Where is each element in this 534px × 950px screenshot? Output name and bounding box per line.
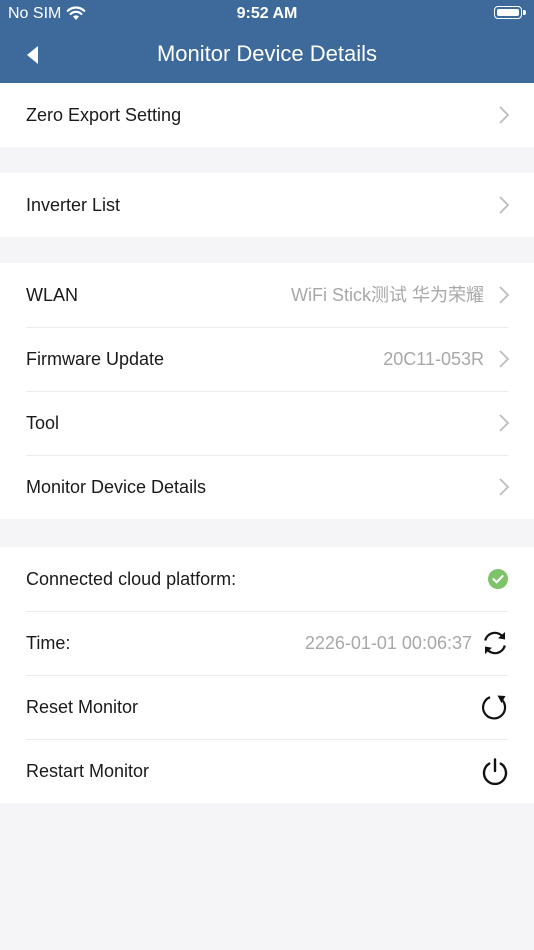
wlan-row[interactable]: WLAN WiFi Stick测试 华为荣耀 xyxy=(0,263,534,327)
status-bar: No SIM 9:52 AM xyxy=(0,0,534,28)
status-time: 9:52 AM xyxy=(236,5,298,22)
inverter-list-row[interactable]: Inverter List xyxy=(0,173,534,237)
chevron-right-icon xyxy=(499,350,510,368)
chevron-right-icon xyxy=(499,106,510,124)
cloud-platform-row: Connected cloud platform: xyxy=(0,547,534,611)
group-monitor-actions: Connected cloud platform: Time: 2226-01-… xyxy=(0,547,534,803)
page-title: Monitor Device Details xyxy=(156,41,378,66)
firmware-version: 20C11-053R xyxy=(383,349,484,369)
group-inverter: Inverter List xyxy=(0,173,534,237)
chevron-right-icon xyxy=(499,478,510,496)
wlan-label: WLAN xyxy=(26,285,79,305)
restart-monitor-label: Restart Monitor xyxy=(26,761,150,781)
zero-export-setting-row[interactable]: Zero Export Setting xyxy=(0,83,534,147)
monitor-device-details-row[interactable]: Monitor Device Details xyxy=(0,455,534,519)
firmware-update-label: Firmware Update xyxy=(26,349,165,369)
reset-monitor-label: Reset Monitor xyxy=(26,697,139,717)
refresh-icon[interactable] xyxy=(480,628,510,658)
wlan-value: WiFi Stick测试 华为荣耀 xyxy=(291,285,484,305)
restart-monitor-row[interactable]: Restart Monitor xyxy=(0,739,534,803)
chevron-right-icon xyxy=(499,196,510,214)
group-device: WLAN WiFi Stick测试 华为荣耀 Firmware Update 2… xyxy=(0,263,534,519)
power-icon[interactable] xyxy=(480,756,510,786)
chevron-right-icon xyxy=(499,286,510,304)
battery-icon xyxy=(494,6,526,19)
group-zero-export: Zero Export Setting xyxy=(0,83,534,147)
reset-monitor-row[interactable]: Reset Monitor xyxy=(0,675,534,739)
check-circle-icon xyxy=(488,569,508,589)
cloud-platform-label: Connected cloud platform: xyxy=(26,569,237,589)
tool-label: Tool xyxy=(26,413,60,433)
firmware-update-row[interactable]: Firmware Update 20C11-053R xyxy=(0,327,534,391)
chevron-right-icon xyxy=(499,414,510,432)
nav-header: No SIM 9:52 AM Monitor Device Details xyxy=(0,0,534,83)
time-row: Time: 2226-01-01 00:06:37 xyxy=(0,611,534,675)
zero-export-setting-label: Zero Export Setting xyxy=(26,105,182,125)
inverter-list-label: Inverter List xyxy=(26,195,121,215)
tool-row[interactable]: Tool xyxy=(0,391,534,455)
time-label: Time: xyxy=(26,633,71,653)
reset-icon[interactable] xyxy=(480,692,510,722)
monitor-device-details-label: Monitor Device Details xyxy=(26,477,207,497)
device-time-value: 2226-01-01 00:06:37 xyxy=(304,633,472,653)
